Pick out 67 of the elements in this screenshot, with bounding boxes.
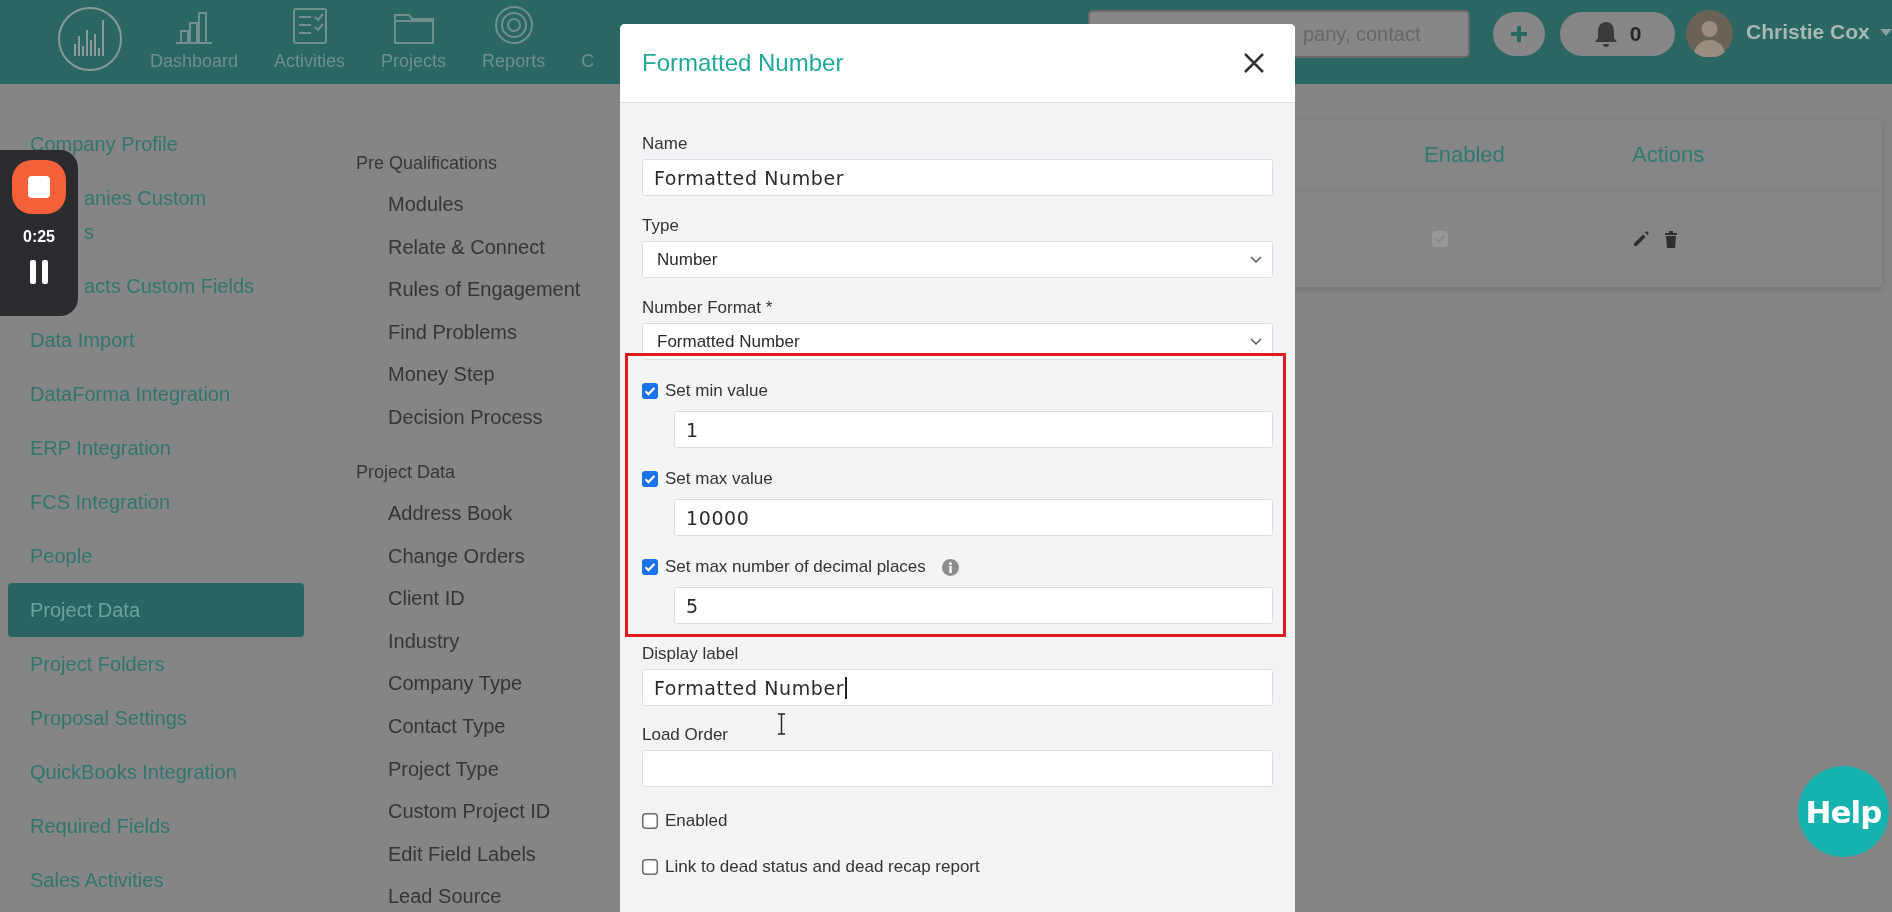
checkbox[interactable]: [642, 471, 658, 487]
field-label: Load Order: [642, 724, 729, 746]
checkbox[interactable]: [642, 383, 658, 399]
bell-icon: [1593, 20, 1618, 48]
checkbox[interactable]: [642, 859, 658, 875]
dialog-title: Formatted Number: [642, 49, 845, 77]
menu-link[interactable]: Custom Project ID: [388, 799, 551, 824]
menu-link[interactable]: Change Orders: [388, 543, 525, 568]
input-field[interactable]: Formatted Number: [642, 669, 1273, 706]
checkbox-label: Enabled: [665, 810, 728, 832]
checkbox-label: Set min value: [665, 380, 768, 402]
pause-button[interactable]: [29, 260, 49, 284]
select-field[interactable]: Number: [642, 241, 1273, 278]
menu-link[interactable]: Address Book: [388, 500, 513, 525]
menu-link[interactable]: Industry: [388, 628, 460, 653]
column-header: Enabled: [1424, 142, 1506, 168]
chevron-icon: [1250, 255, 1262, 264]
menu-link[interactable]: Edit Field Labels: [388, 841, 536, 866]
caret-icon[interactable]: [1880, 29, 1892, 37]
menu-link[interactable]: Modules: [388, 192, 464, 216]
input-field[interactable]: Formatted Number: [642, 159, 1273, 196]
menu-link[interactable]: Lead Source: [388, 884, 502, 909]
checkbox[interactable]: [642, 813, 658, 829]
trash-icon[interactable]: [1664, 230, 1678, 248]
recording-time: 0:25: [23, 228, 55, 246]
group-heading: Project Data: [356, 460, 456, 484]
nav-item[interactable]: Projects: [381, 0, 447, 84]
notifications-button[interactable]: 0: [1560, 12, 1675, 56]
sidebar-item[interactable]: Project Data: [8, 583, 304, 637]
menu-link[interactable]: Relate & Connect: [388, 234, 545, 259]
menu-link[interactable]: Money Step: [388, 362, 495, 387]
plus-icon: [1509, 24, 1529, 44]
checkbox[interactable]: [642, 559, 658, 575]
stop-recording-button[interactable]: [12, 160, 66, 214]
menu-link[interactable]: Find Problems: [388, 319, 517, 344]
input-field[interactable]: 10000: [674, 499, 1273, 536]
menu-link[interactable]: Rules of Engagement: [388, 277, 581, 302]
edit-icon[interactable]: [1632, 230, 1650, 248]
nav-item[interactable]: Activities: [274, 0, 346, 84]
checkbox-label: Link to dead status and dead recap report: [665, 856, 980, 878]
checkbox-label: Set max number of decimal places: [665, 556, 926, 578]
stop-icon: [28, 176, 50, 198]
nav-item[interactable]: C: [581, 0, 595, 84]
logo-icon[interactable]: [57, 6, 123, 72]
field-label: Number Format *: [642, 297, 774, 319]
menu-link[interactable]: Project Type: [388, 756, 499, 781]
input-field[interactable]: 5: [674, 587, 1273, 624]
text-cursor-icon: [777, 713, 786, 735]
menu-link[interactable]: Company Type: [388, 671, 523, 696]
user-name[interactable]: Christie Cox: [1746, 20, 1870, 44]
menu-link[interactable]: Contact Type: [388, 713, 506, 738]
nav-item[interactable]: Reports: [482, 0, 546, 84]
input-field[interactable]: [642, 750, 1273, 787]
field-label: Type: [642, 215, 680, 237]
chevron-icon: [1250, 337, 1262, 346]
column-header: Actions: [1632, 142, 1706, 168]
group-heading: Pre Qualifications: [356, 152, 498, 175]
menu-link[interactable]: Client ID: [388, 586, 465, 611]
help-button[interactable]: Help: [1798, 766, 1889, 857]
checkbox-label: Set max value: [665, 468, 773, 490]
field-label: Name: [642, 133, 689, 155]
field-label: Display label: [642, 643, 740, 665]
input-field[interactable]: 1: [674, 411, 1273, 448]
menu-link[interactable]: Decision Process: [388, 404, 543, 429]
target-icon: [493, 5, 534, 45]
nav-item[interactable]: Dashboard: [150, 0, 239, 84]
info-icon[interactable]: [941, 558, 959, 576]
